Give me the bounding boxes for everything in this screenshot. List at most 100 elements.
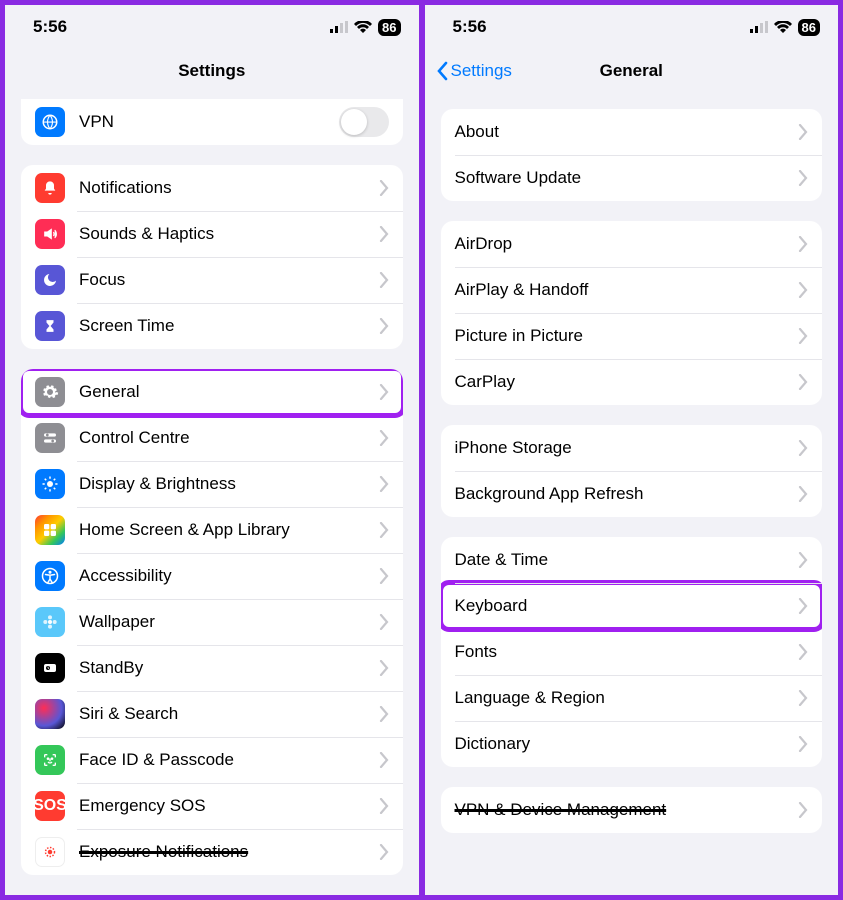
siri-icon [35, 699, 65, 729]
settings-scroll[interactable]: VPN Notifications Sounds & Haptics [5, 93, 419, 895]
chevron-right-icon [379, 706, 389, 722]
row-label: Face ID & Passcode [79, 750, 379, 770]
row-general[interactable]: General [21, 369, 403, 415]
row-iphone-storage[interactable]: iPhone Storage [441, 425, 823, 471]
row-datetime[interactable]: Date & Time [441, 537, 823, 583]
battery-icon: 86 [378, 19, 400, 36]
row-label: AirPlay & Handoff [455, 280, 799, 300]
chevron-right-icon [798, 552, 808, 568]
row-label: Screen Time [79, 316, 379, 336]
row-standby[interactable]: StandBy [21, 645, 403, 691]
row-label: VPN & Device Management [455, 800, 799, 820]
sliders-icon [35, 423, 65, 453]
row-label: Accessibility [79, 566, 379, 586]
chevron-right-icon [798, 282, 808, 298]
hourglass-icon [35, 311, 65, 341]
vpn-icon [35, 107, 65, 137]
row-label: CarPlay [455, 372, 799, 392]
row-label: Picture in Picture [455, 326, 799, 346]
row-label: Wallpaper [79, 612, 379, 632]
row-vpn-mgmt[interactable]: VPN & Device Management [441, 787, 823, 833]
row-label: Notifications [79, 178, 379, 198]
chevron-right-icon [798, 124, 808, 140]
row-label: Language & Region [455, 688, 799, 708]
row-controlcentre[interactable]: Control Centre [21, 415, 403, 461]
row-label: AirDrop [455, 234, 799, 254]
wifi-icon [774, 21, 792, 33]
row-label: StandBy [79, 658, 379, 678]
row-exposure[interactable]: Exposure Notifications [21, 829, 403, 875]
status-time: 5:56 [33, 17, 67, 37]
row-sounds[interactable]: Sounds & Haptics [21, 211, 403, 257]
row-wallpaper[interactable]: Wallpaper [21, 599, 403, 645]
row-keyboard[interactable]: Keyboard [441, 583, 823, 629]
chevron-right-icon [798, 486, 808, 502]
row-label: Control Centre [79, 428, 379, 448]
row-sos[interactable]: SOS Emergency SOS [21, 783, 403, 829]
row-label: Keyboard [455, 596, 799, 616]
row-language[interactable]: Language & Region [441, 675, 823, 721]
chevron-right-icon [798, 644, 808, 660]
sos-icon: SOS [35, 791, 65, 821]
chevron-right-icon [379, 752, 389, 768]
chevron-right-icon [379, 272, 389, 288]
row-software-update[interactable]: Software Update [441, 155, 823, 201]
speaker-icon [35, 219, 65, 249]
back-label: Settings [451, 61, 512, 81]
vpn-toggle[interactable] [339, 107, 389, 137]
chevron-right-icon [379, 226, 389, 242]
row-label: Sounds & Haptics [79, 224, 379, 244]
row-label: Focus [79, 270, 379, 290]
phone-settings: 5:56 86 Settings VPN [0, 0, 422, 900]
gear-icon [35, 377, 65, 407]
row-carplay[interactable]: CarPlay [441, 359, 823, 405]
row-label: Exposure Notifications [79, 842, 379, 862]
chevron-right-icon [798, 802, 808, 818]
row-siri[interactable]: Siri & Search [21, 691, 403, 737]
row-label: Emergency SOS [79, 796, 379, 816]
row-display[interactable]: Display & Brightness [21, 461, 403, 507]
chevron-right-icon [798, 236, 808, 252]
row-faceid[interactable]: Face ID & Passcode [21, 737, 403, 783]
chevron-right-icon [379, 568, 389, 584]
bell-icon [35, 173, 65, 203]
row-label: Display & Brightness [79, 474, 379, 494]
row-label: Dictionary [455, 734, 799, 754]
navbar-settings: Settings [5, 49, 419, 93]
chevron-right-icon [798, 374, 808, 390]
row-homescreen[interactable]: Home Screen & App Library [21, 507, 403, 553]
row-label: General [79, 382, 379, 402]
chevron-right-icon [798, 598, 808, 614]
row-notifications[interactable]: Notifications [21, 165, 403, 211]
exposure-icon [35, 837, 65, 867]
chevron-right-icon [798, 440, 808, 456]
row-about[interactable]: About [441, 109, 823, 155]
chevron-right-icon [798, 736, 808, 752]
row-label: Date & Time [455, 550, 799, 570]
chevron-right-icon [379, 844, 389, 860]
moon-icon [35, 265, 65, 295]
status-time: 5:56 [453, 17, 487, 37]
row-airdrop[interactable]: AirDrop [441, 221, 823, 267]
general-scroll[interactable]: About Software Update AirDrop AirPlay & … [425, 93, 839, 895]
chevron-right-icon [798, 328, 808, 344]
row-label: Home Screen & App Library [79, 520, 379, 540]
chevron-right-icon [379, 614, 389, 630]
signal-icon [750, 21, 768, 33]
row-label: Fonts [455, 642, 799, 662]
row-airplay[interactable]: AirPlay & Handoff [441, 267, 823, 313]
row-pip[interactable]: Picture in Picture [441, 313, 823, 359]
row-focus[interactable]: Focus [21, 257, 403, 303]
row-screentime[interactable]: Screen Time [21, 303, 403, 349]
row-label: Software Update [455, 168, 799, 188]
signal-icon [330, 21, 348, 33]
row-accessibility[interactable]: Accessibility [21, 553, 403, 599]
row-label: VPN [79, 112, 339, 132]
row-dictionary[interactable]: Dictionary [441, 721, 823, 767]
back-button[interactable]: Settings [435, 61, 512, 81]
status-bar: 5:56 86 [425, 5, 839, 49]
row-fonts[interactable]: Fonts [441, 629, 823, 675]
row-vpn[interactable]: VPN [21, 99, 403, 145]
row-bg-refresh[interactable]: Background App Refresh [441, 471, 823, 517]
clock-icon [35, 653, 65, 683]
